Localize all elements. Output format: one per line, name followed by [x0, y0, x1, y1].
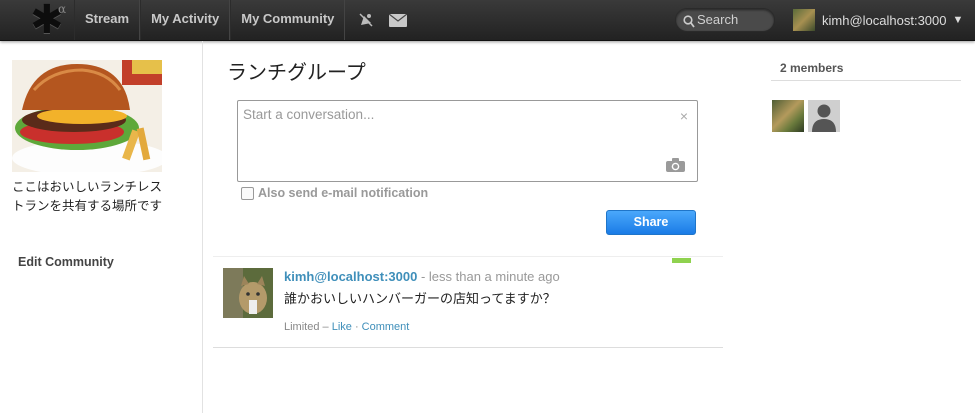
stream-post: kimh@localhost:3000 - less than a minute… [213, 256, 723, 348]
post-actions: Limited – Like · Comment [284, 321, 409, 333]
diaspora-logo[interactable]: ✱ α [30, 0, 70, 40]
post-meta: kimh@localhost:3000 - less than a minute… [284, 269, 560, 284]
search-placeholder: Search [697, 12, 739, 27]
page-title: ランチグループ [227, 62, 366, 84]
actions-dot: · [351, 321, 362, 333]
post-author-link[interactable]: kimh@localhost:3000 [284, 269, 417, 284]
mail-icon[interactable] [387, 0, 409, 40]
nav-my-activity[interactable]: My Activity [140, 0, 231, 40]
user-menu[interactable]: kimh@localhost:3000 ▼ [793, 9, 963, 31]
conversation-textarea[interactable]: Start a conversation... × [237, 100, 698, 182]
like-link[interactable]: Like [332, 321, 352, 333]
post-author-avatar[interactable] [223, 268, 273, 318]
search-input[interactable]: Search [675, 8, 775, 32]
post-message: 誰かおいしいハンバーガーの店知ってますか？ [284, 291, 556, 306]
top-navigation-bar: ✱ α Stream My Activity My Community Sear… [0, 0, 975, 41]
members-count-heading: 2 members [771, 61, 961, 81]
email-notification-label: Also send e-mail notification [258, 186, 429, 200]
main-nav: Stream My Activity My Community [74, 0, 409, 40]
camera-icon[interactable] [666, 158, 685, 177]
member-avatar[interactable] [772, 100, 804, 132]
post-separator: - [417, 269, 429, 284]
edit-community-link[interactable]: Edit Community [18, 255, 114, 269]
user-avatar [793, 9, 815, 31]
nav-stream[interactable]: Stream [74, 0, 141, 40]
notifications-icon[interactable] [355, 0, 377, 40]
email-notification-checkbox[interactable] [241, 186, 254, 200]
chevron-down-icon: ▼ [952, 14, 964, 26]
user-name: kimh@localhost:3000 [822, 12, 947, 28]
post-timestamp[interactable]: less than a minute ago [429, 269, 560, 284]
share-button[interactable]: Share [606, 210, 696, 235]
nav-my-community[interactable]: My Community [230, 0, 346, 40]
search-icon [683, 13, 695, 35]
composer-placeholder: Start a conversation... [243, 107, 375, 122]
community-description: ここはおいしいランチレストランを共有する場所です [12, 180, 163, 213]
new-post-marker [672, 258, 691, 263]
community-sidebar: ここはおいしいランチレストランを共有する場所です Edit Community [0, 41, 203, 413]
community-image [12, 60, 162, 172]
close-icon[interactable]: × [680, 108, 688, 124]
member-avatar[interactable] [808, 100, 840, 132]
actions-dash: – [319, 321, 332, 333]
post-visibility: Limited [284, 321, 320, 333]
email-notification-option: Also send e-mail notification [241, 186, 428, 200]
alpha-badge: α [58, 2, 67, 16]
comment-link[interactable]: Comment [362, 321, 410, 333]
